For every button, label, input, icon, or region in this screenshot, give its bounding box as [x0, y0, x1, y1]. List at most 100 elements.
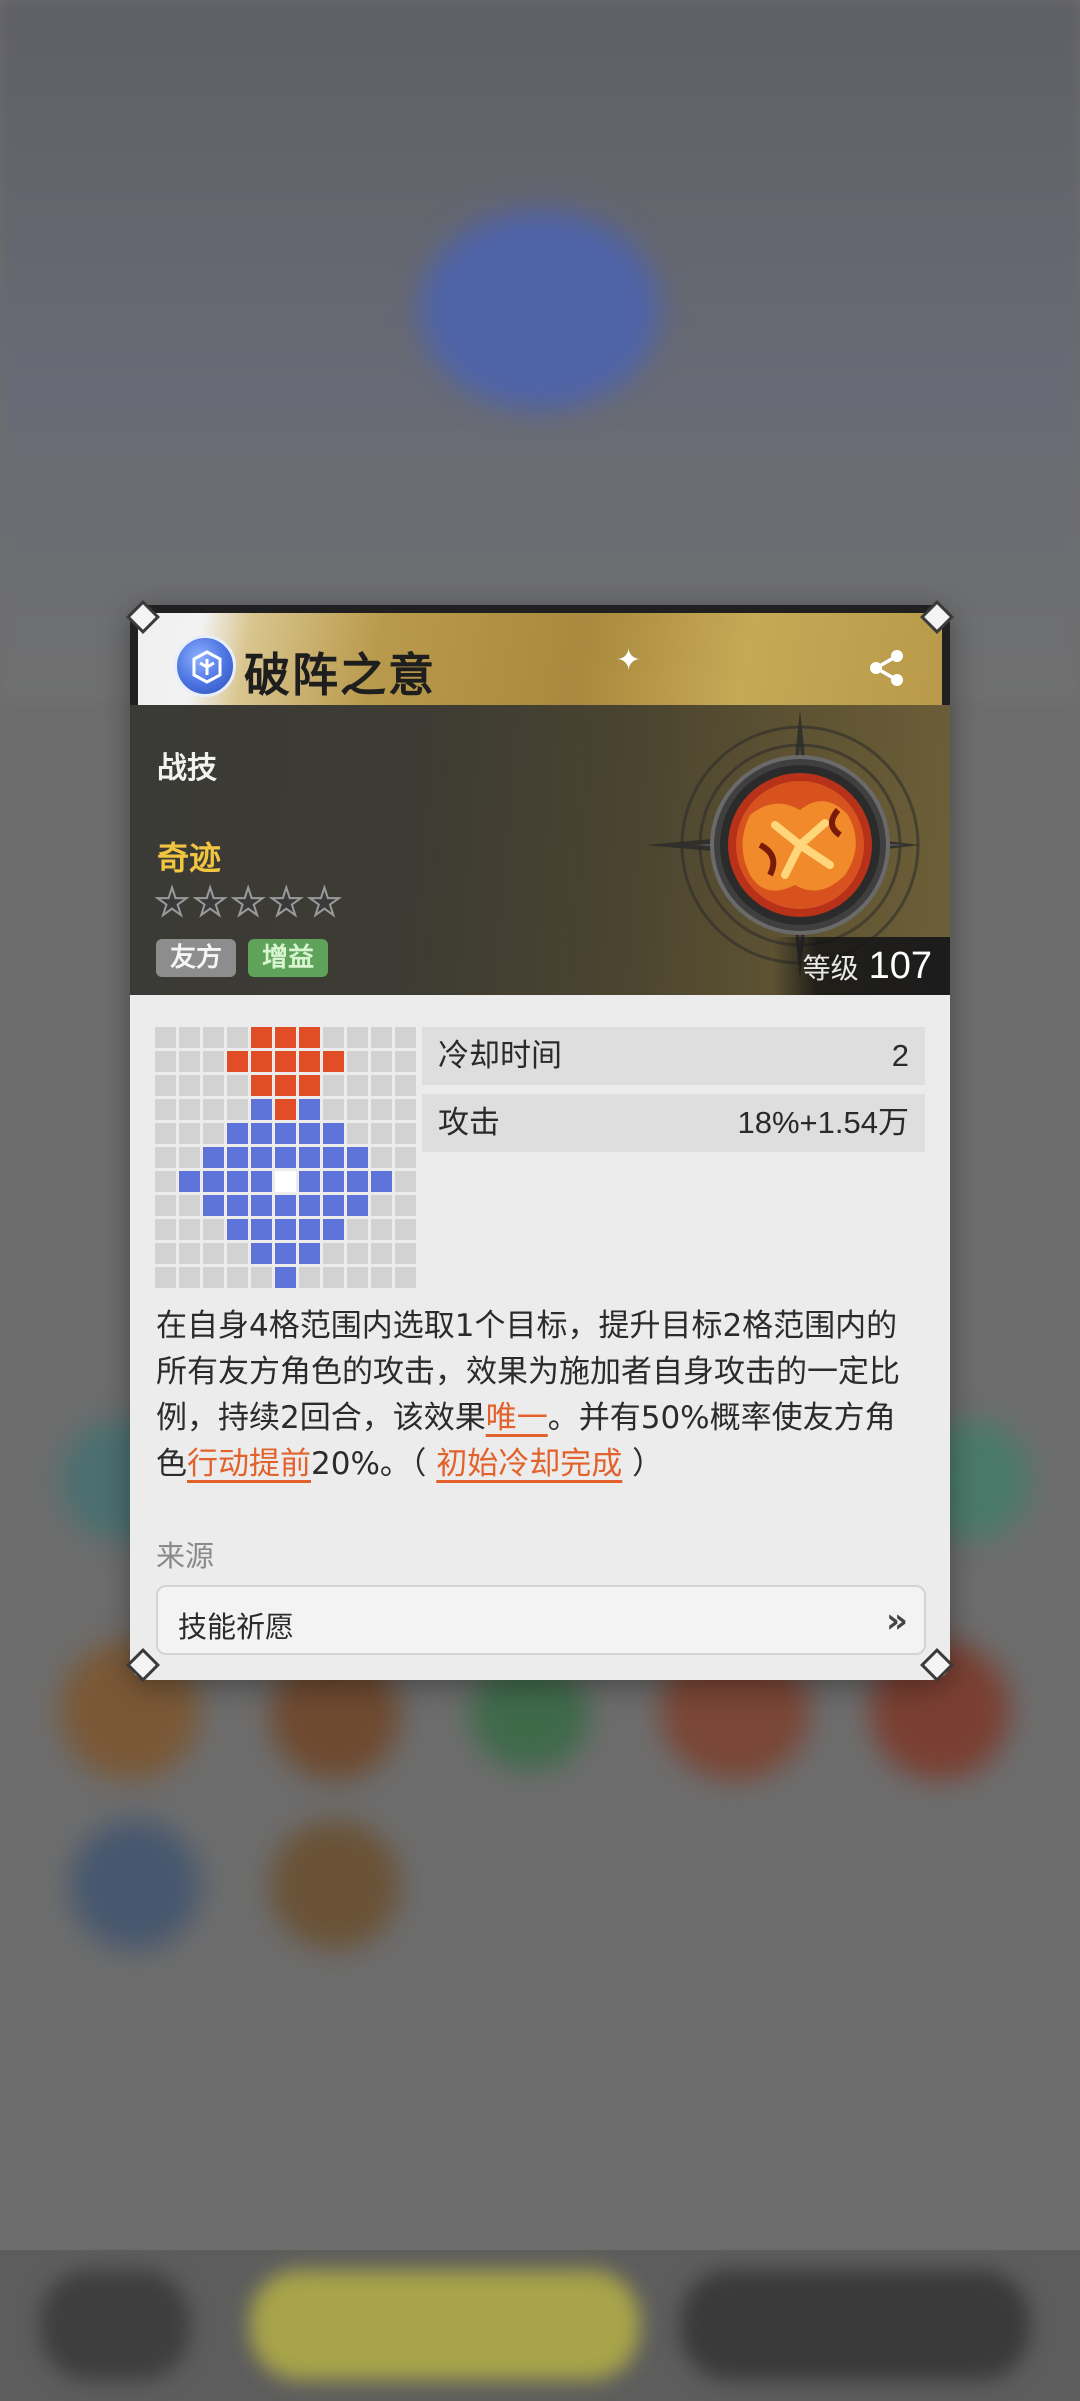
grid-cell-target: [275, 1099, 296, 1120]
grid-cell: [179, 1243, 200, 1264]
title-bar: 破阵之意 ✦: [130, 605, 950, 705]
grid-cell-range: [251, 1243, 272, 1264]
share-button[interactable]: [866, 647, 908, 689]
grid-cell-range: [299, 1243, 320, 1264]
grid-cell: [155, 1219, 176, 1240]
grid-cell: [155, 1195, 176, 1216]
grid-cell: [251, 1267, 272, 1288]
grid-cell: [203, 1243, 224, 1264]
star-icon: ★: [192, 880, 228, 924]
background-orb: [270, 1820, 400, 1950]
corner-ornament-icon: [920, 1648, 954, 1682]
grid-cell: [323, 1099, 344, 1120]
star-icon: ★: [154, 880, 190, 924]
grid-cell: [203, 1267, 224, 1288]
grid-cell: [179, 1075, 200, 1096]
grid-cell-range: [299, 1147, 320, 1168]
grid-cell: [347, 1267, 368, 1288]
grid-cell-range: [347, 1195, 368, 1216]
grid-cell-range: [227, 1219, 248, 1240]
keyword-link-initial-cooldown[interactable]: 初始冷却完成: [436, 1446, 622, 1482]
grid-cell-target: [251, 1075, 272, 1096]
grid-cell-range: [275, 1123, 296, 1144]
grid-cell: [347, 1051, 368, 1072]
grid-cell: [347, 1219, 368, 1240]
share-icon: [870, 650, 903, 686]
grid-cell: [371, 1075, 392, 1096]
grid-cell: [395, 1243, 416, 1264]
stat-cooldown: 冷却时间 2: [422, 1027, 925, 1085]
stat-value: 2: [891, 1038, 909, 1073]
grid-cell: [299, 1267, 320, 1288]
grid-cell: [395, 1123, 416, 1144]
grid-cell: [371, 1219, 392, 1240]
description-text: 20%。（: [311, 1446, 437, 1482]
grid-cell-target: [323, 1051, 344, 1072]
grid-cell: [395, 1147, 416, 1168]
grid-cell-range: [203, 1171, 224, 1192]
grid-cell: [371, 1123, 392, 1144]
grid-cell-caster: [275, 1171, 296, 1192]
corner-ornament-icon: [126, 1648, 160, 1682]
stat-label: 冷却时间: [438, 1038, 562, 1074]
background-button: [40, 2270, 190, 2380]
skill-class-icon: [174, 635, 236, 697]
grid-cell: [155, 1243, 176, 1264]
stat-value: 18%+1.54万: [737, 1105, 909, 1140]
level-display: 等级 107: [772, 937, 950, 995]
grid-cell: [227, 1099, 248, 1120]
grid-cell-range: [203, 1147, 224, 1168]
grid-cell: [155, 1051, 176, 1072]
grid-cell: [347, 1027, 368, 1048]
grid-cell: [395, 1267, 416, 1288]
background-orb: [70, 1820, 200, 1950]
grid-cell: [371, 1267, 392, 1288]
grid-cell: [395, 1171, 416, 1192]
description-text: ）: [622, 1446, 664, 1482]
corner-ornament-icon: [126, 600, 160, 634]
grid-cell-target: [275, 1075, 296, 1096]
grid-cell-range: [251, 1099, 272, 1120]
grid-cell: [155, 1075, 176, 1096]
grid-cell: [155, 1147, 176, 1168]
source-item-button[interactable]: 技能祈愿 »: [156, 1585, 926, 1655]
keyword-link-unique[interactable]: 唯一: [486, 1400, 548, 1436]
grid-cell-range: [323, 1219, 344, 1240]
grid-cell: [323, 1075, 344, 1096]
background-button: [680, 2270, 1030, 2380]
grid-cell: [347, 1243, 368, 1264]
grid-cell: [371, 1027, 392, 1048]
grid-cell: [227, 1075, 248, 1096]
grid-cell: [371, 1051, 392, 1072]
grid-cell-range: [323, 1123, 344, 1144]
grid-cell-range: [299, 1171, 320, 1192]
grid-cell: [203, 1027, 224, 1048]
skill-tags: 友方 增益: [156, 939, 329, 977]
grid-cell-range: [227, 1171, 248, 1192]
grid-cell: [323, 1243, 344, 1264]
grid-cell: [179, 1219, 200, 1240]
keyword-link-action-advance[interactable]: 行动提前: [187, 1446, 311, 1482]
grid-cell-range: [275, 1243, 296, 1264]
grid-cell-target: [299, 1051, 320, 1072]
grid-cell: [395, 1027, 416, 1048]
grid-cell: [155, 1099, 176, 1120]
grid-cell: [227, 1243, 248, 1264]
grid-cell: [347, 1099, 368, 1120]
stat-label: 攻击: [438, 1105, 500, 1141]
star-rating: ★ ★ ★ ★ ★: [154, 880, 342, 924]
grid-cell: [179, 1027, 200, 1048]
grid-cell: [323, 1027, 344, 1048]
grid-cell: [371, 1099, 392, 1120]
grid-cell-target: [275, 1027, 296, 1048]
grid-cell: [179, 1099, 200, 1120]
grid-cell: [395, 1051, 416, 1072]
grid-cell: [227, 1027, 248, 1048]
grid-cell-range: [347, 1147, 368, 1168]
grid-cell-range: [227, 1123, 248, 1144]
grid-cell: [395, 1219, 416, 1240]
grid-cell-target: [275, 1051, 296, 1072]
grid-cell: [203, 1099, 224, 1120]
grid-cell-range: [323, 1171, 344, 1192]
grid-cell-range: [323, 1195, 344, 1216]
